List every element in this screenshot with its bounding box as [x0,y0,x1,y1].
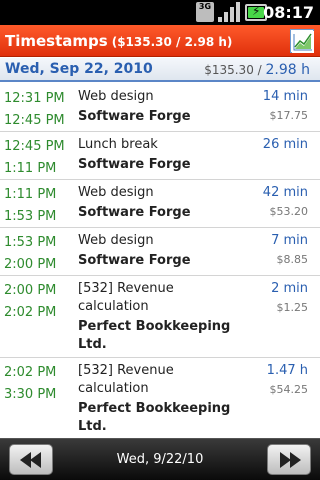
duration-info: 1.47 h $54.25 [267,362,308,398]
activity-label: Web design [78,185,154,200]
duration-value: 2 min [271,281,308,296]
end-time: 12:45 PM [4,113,65,128]
duration-info: 2 min $1.25 [271,280,308,316]
time-range: 2:02 PM 3:30 PM [4,362,70,406]
time-range: 2:00 PM 2:02 PM [4,280,70,324]
list-item[interactable]: 2:02 PM 3:30 PM [532] Revenue calculatio… [0,358,320,438]
start-time: 1:11 PM [4,187,57,202]
charging-bolt-icon: ⚡ [252,4,261,18]
app-title-label: Timestamps [5,32,108,50]
start-time: 1:53 PM [4,235,57,250]
list-item[interactable]: 1:11 PM 1:53 PM Web design Software Forg… [0,180,320,228]
next-day-button[interactable] [267,444,311,475]
bottom-bar: Wed, 9/22/10 [0,438,320,480]
day-total-duration: 2.98 h [265,62,311,78]
start-time: 2:02 PM [4,365,57,380]
signal-icon [218,2,240,22]
activity-label: [532] Revenue calculation [78,363,174,396]
list-item[interactable]: 2:00 PM 2:02 PM [532] Revenue calculatio… [0,276,320,358]
task-info: [532] Revenue calculation Perfect Bookke… [78,280,248,354]
task-info: Lunch break Software Forge [78,136,248,174]
start-time: 12:31 PM [4,91,65,106]
duration-value: 7 min [271,233,308,248]
list-item[interactable]: 12:31 PM 12:45 PM Web design Software Fo… [0,84,320,132]
money-value: $54.25 [269,383,309,396]
task-info: Web design Software Forge [78,184,248,222]
day-total-money: $135.30 [204,63,254,77]
end-time: 1:11 PM [4,161,57,176]
timestamp-list[interactable]: 12:31 PM 12:45 PM Web design Software Fo… [0,84,320,438]
list-item[interactable]: 12:45 PM 1:11 PM Lunch break Software Fo… [0,132,320,180]
day-header[interactable]: Wed, Sep 22, 2010 $135.30 / 2.98 h [0,58,320,82]
day-date: Wed, Sep 22, 2010 [5,61,153,77]
client-label: Perfect Bookkeeping Ltd. [78,401,231,434]
network-label: 3G [198,2,212,11]
client-label: Software Forge [78,109,191,124]
list-item[interactable]: 1:53 PM 2:00 PM Web design Software Forg… [0,228,320,276]
time-range: 1:53 PM 2:00 PM [4,232,70,276]
money-value: $17.75 [269,109,309,122]
client-label: Perfect Bookkeeping Ltd. [78,319,231,352]
end-time: 2:02 PM [4,305,57,320]
money-value: $53.20 [269,205,309,218]
status-time: 08:17 [263,3,314,22]
previous-day-button[interactable] [9,444,53,475]
start-time: 2:00 PM [4,283,57,298]
start-time: 12:45 PM [4,139,65,154]
title-summary: ($135.30 / 2.98 h) [111,35,233,49]
activity-label: Web design [78,233,154,248]
title-bar: Timestamps ($135.30 / 2.98 h) [0,25,320,57]
end-time: 2:00 PM [4,257,57,272]
duration-value: 42 min [262,185,308,200]
activity-label: [532] Revenue calculation [78,281,174,314]
duration-info: 14 min $17.75 [263,88,308,124]
task-info: [532] Revenue calculation Perfect Bookke… [78,362,248,436]
task-info: Web design Software Forge [78,232,248,270]
activity-label: Web design [78,89,154,104]
money-value: $1.25 [276,301,309,314]
task-info: Web design Software Forge [78,88,248,126]
time-range: 12:31 PM 12:45 PM [4,88,70,132]
client-label: Software Forge [78,157,191,172]
time-range: 1:11 PM 1:53 PM [4,184,70,228]
client-label: Software Forge [78,253,191,268]
duration-value: 14 min [262,89,308,104]
duration-info: 7 min $8.85 [271,232,308,268]
chart-icon[interactable] [290,29,314,53]
current-date-label[interactable]: Wed, 9/22/10 [60,452,260,467]
duration-info: 42 min $53.20 [263,184,308,220]
status-bar: 3G ⚡ 08:17 [0,0,320,25]
money-value: $8.85 [276,253,309,266]
app-title: Timestamps ($135.30 / 2.98 h) [5,32,232,50]
duration-value: 1.47 h [266,363,308,378]
client-label: Software Forge [78,205,191,220]
activity-label: Lunch break [78,137,158,152]
end-time: 1:53 PM [4,209,57,224]
end-time: 3:30 PM [4,387,57,402]
3g-icon: 3G [196,2,214,22]
time-range: 12:45 PM 1:11 PM [4,136,70,180]
day-total: $135.30 / 2.98 h [204,62,310,78]
duration-value: 26 min [262,137,308,152]
duration-info: 26 min [263,136,308,156]
